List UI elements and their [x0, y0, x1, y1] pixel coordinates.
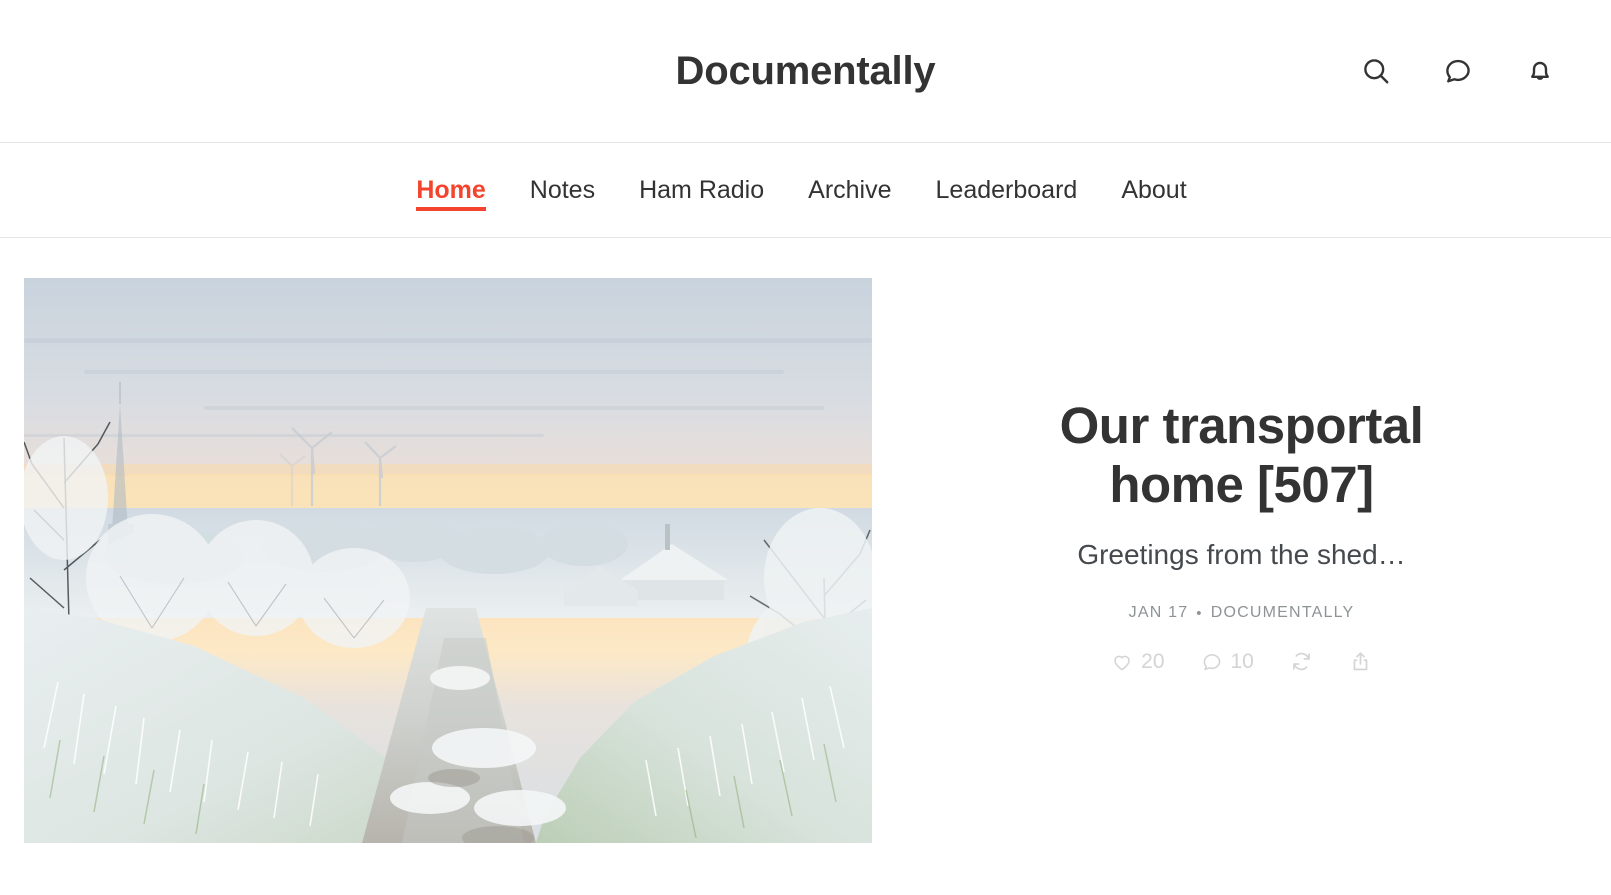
nav-list: Home Notes Ham Radio Archive Leaderboard… — [402, 143, 1208, 238]
bell-icon[interactable] — [1525, 56, 1555, 86]
repost-icon — [1290, 650, 1313, 673]
chat-icon[interactable] — [1443, 56, 1473, 86]
meta-separator: • — [1196, 604, 1203, 622]
search-icon[interactable] — [1361, 56, 1391, 86]
nav-item-about[interactable]: About — [1099, 143, 1208, 238]
repost-button[interactable] — [1290, 650, 1313, 673]
comment-icon — [1201, 651, 1223, 673]
comment-button[interactable]: 10 — [1201, 651, 1254, 673]
post-meta: JAN 17 • DOCUMENTALLY — [1129, 604, 1355, 622]
header-actions — [1361, 56, 1555, 86]
post-author[interactable]: DOCUMENTALLY — [1211, 604, 1355, 622]
nav-item-archive[interactable]: Archive — [786, 143, 913, 238]
primary-navigation: Home Notes Ham Radio Archive Leaderboard… — [0, 143, 1611, 238]
post-date: JAN 17 — [1128, 604, 1189, 622]
site-title[interactable]: Documentally — [676, 51, 936, 91]
nav-item-notes[interactable]: Notes — [508, 143, 617, 238]
site-header: Documentally — [0, 0, 1611, 143]
nav-item-ham-radio[interactable]: Ham Radio — [617, 143, 786, 238]
share-icon — [1349, 650, 1372, 673]
comment-count: 10 — [1230, 650, 1254, 674]
post-image[interactable] — [24, 278, 872, 843]
post-excerpt: Greetings from the shed… — [1077, 539, 1406, 571]
share-button[interactable] — [1349, 650, 1372, 673]
post-actions: 20 10 — [1111, 650, 1372, 673]
nav-item-leaderboard[interactable]: Leaderboard — [914, 143, 1100, 238]
post-content: Our transportal home [507] Greetings fro… — [872, 278, 1611, 673]
like-count: 20 — [1141, 650, 1165, 674]
nav-item-home[interactable]: Home — [402, 143, 507, 238]
like-button[interactable]: 20 — [1111, 650, 1165, 674]
heart-icon — [1111, 651, 1133, 673]
post-title[interactable]: Our transportal home [507] — [1007, 396, 1477, 514]
featured-post: Our transportal home [507] Greetings fro… — [0, 238, 1611, 895]
